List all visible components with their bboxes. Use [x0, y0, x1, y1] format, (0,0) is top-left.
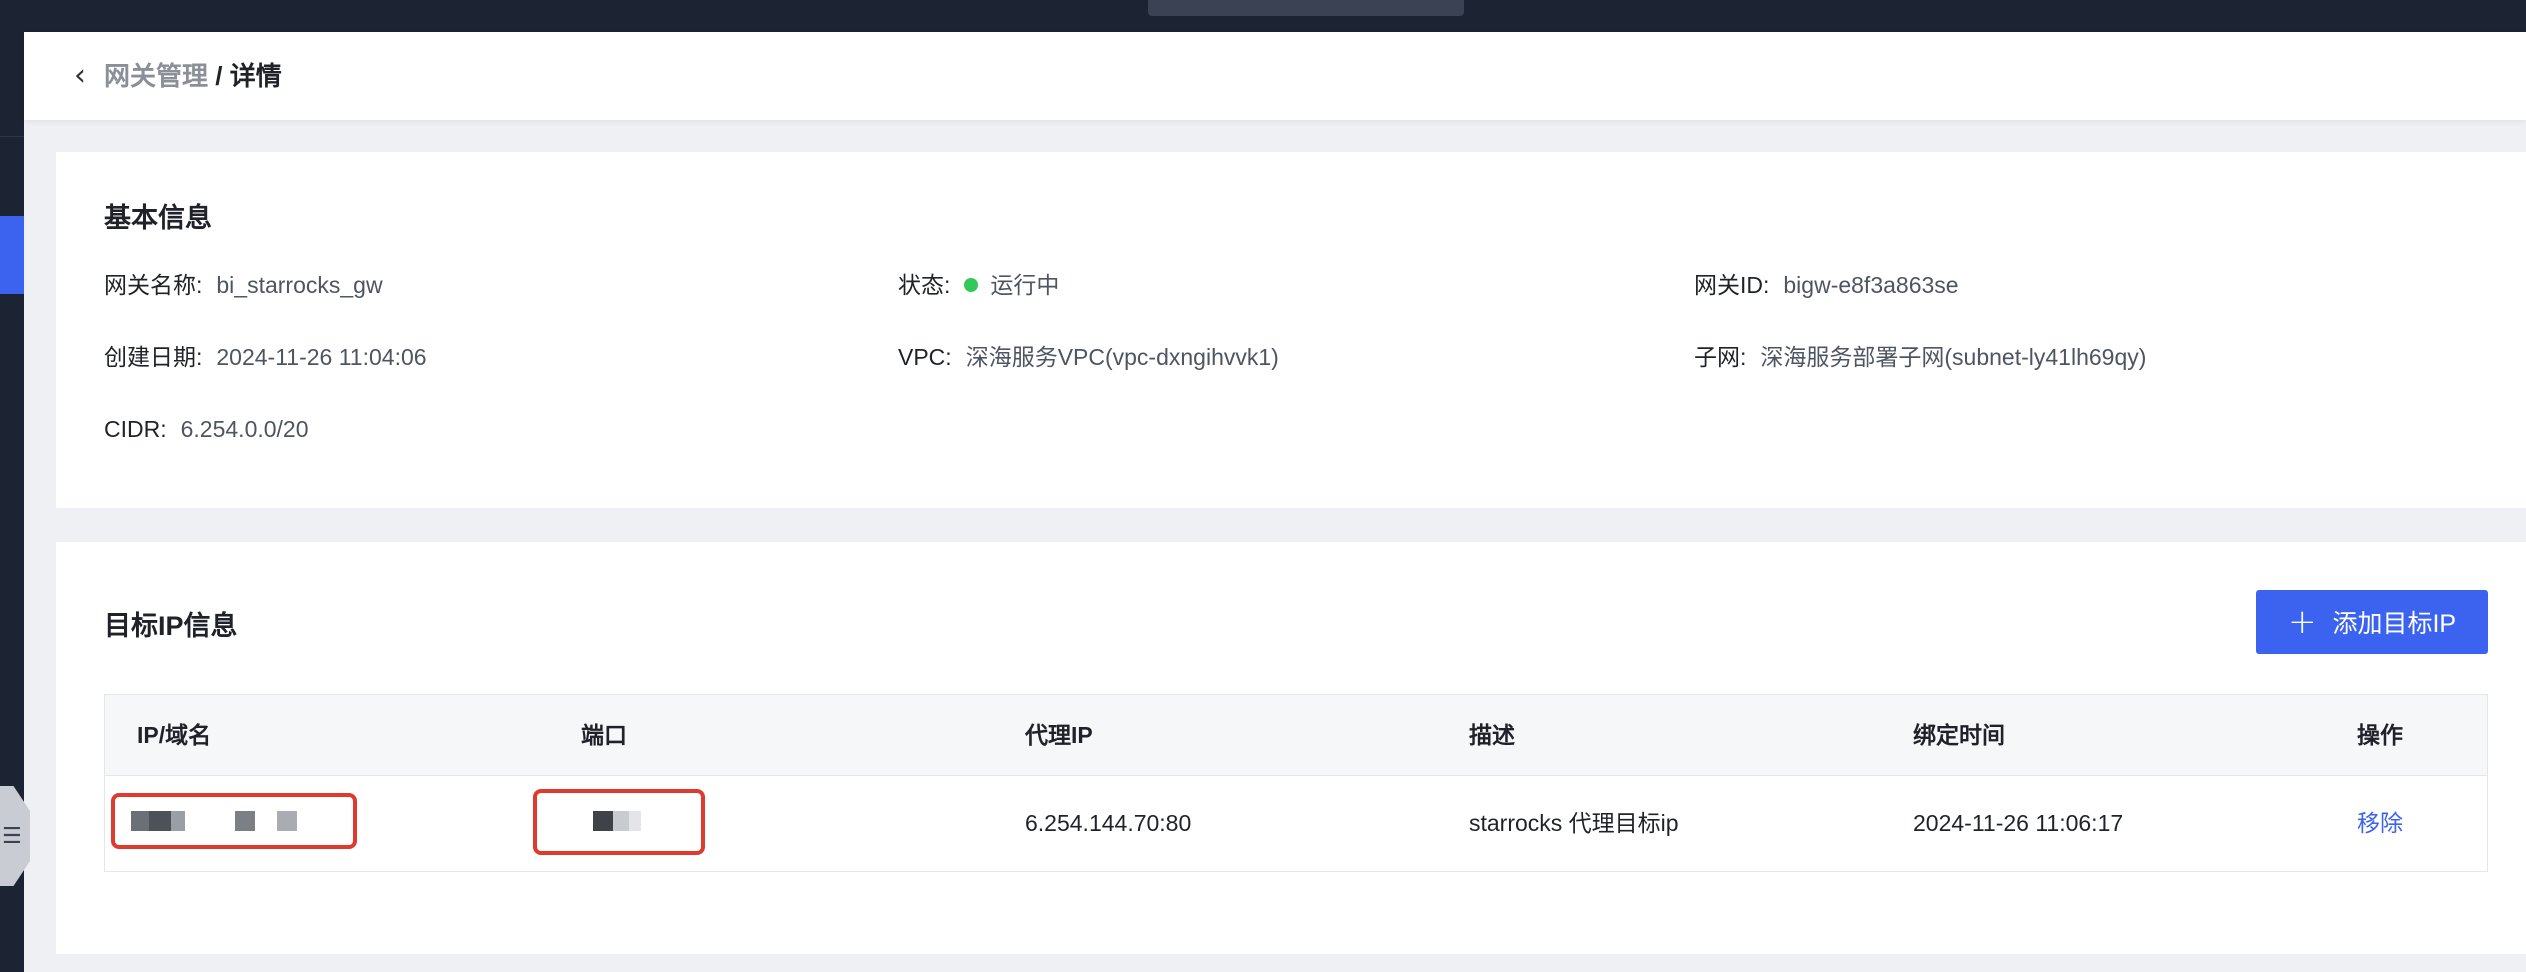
field-label: 创建日期:	[104, 344, 203, 370]
field-value: 深海服务部署子网(subnet-ly41lh69qy)	[1760, 344, 2147, 370]
top-bar-tab[interactable]	[1148, 0, 1464, 16]
breadcrumb-separator: /	[208, 61, 230, 91]
field-label: VPC:	[898, 344, 952, 370]
field-value: bigw-e8f3a863se	[1783, 272, 1959, 298]
basic-info-card: 基本信息 网关名称: bi_starrocks_gw 状态: 运行中 网关ID: bi…	[56, 152, 2526, 508]
column-header-actions: 操作	[2357, 722, 2403, 748]
column-header-bind-time: 绑定时间	[1913, 722, 2005, 748]
field-label: 网关ID:	[1694, 272, 1770, 298]
field-value: 深海服务VPC(vpc-dxngihvvk1)	[965, 344, 1279, 370]
bind-time-cell: 2024-11-26 11:06:17	[1913, 810, 2124, 836]
highlight-box-port	[533, 789, 705, 855]
breadcrumb-current: 详情	[229, 61, 282, 91]
plus-icon: +	[2287, 602, 2317, 642]
page-header: ‹ 网关管理 / 详情	[24, 32, 2526, 120]
cidr-field: CIDR: 6.254.0.0/20	[104, 412, 309, 446]
column-header-proxy-ip: 代理IP	[1025, 722, 1093, 748]
field-label: 子网:	[1694, 344, 1747, 370]
menu-collapse-icon: ☰	[2, 824, 22, 849]
chevron-left-icon[interactable]: ‹	[64, 56, 96, 96]
field-value: 2024-11-26 11:04:06	[216, 344, 427, 370]
breadcrumb-parent[interactable]: 网关管理	[104, 61, 208, 91]
field-label: 状态:	[898, 272, 951, 298]
subnet-field: 子网: 深海服务部署子网(subnet-ly41lh69qy)	[1694, 340, 2146, 374]
add-target-ip-label: 添加目标IP	[2332, 610, 2457, 638]
target-ip-card: 目标IP信息 + 添加目标IP IP/域名 端口 代理IP 描述 绑定时间 操作	[56, 542, 2526, 954]
proxy-ip-cell: 6.254.144.70:80	[1025, 810, 1192, 836]
field-value: 6.254.0.0/20	[180, 416, 309, 442]
description-cell: starrocks 代理目标ip	[1469, 810, 1679, 836]
status-dot-icon	[964, 278, 979, 292]
target-ip-table: IP/域名 端口 代理IP 描述 绑定时间 操作 6.254.144.70:80…	[104, 694, 2488, 872]
highlight-box-ip	[111, 793, 357, 849]
top-bar	[0, 0, 2526, 32]
column-header-description: 描述	[1469, 722, 1515, 748]
field-label: CIDR:	[104, 416, 167, 442]
sidebar-collapse-handle[interactable]: ☰	[0, 786, 30, 886]
add-target-ip-button[interactable]: + 添加目标IP	[2256, 590, 2488, 654]
remove-link[interactable]: 移除	[2357, 805, 2403, 841]
section-title: 目标IP信息	[104, 611, 238, 641]
section-title: 基本信息	[104, 203, 212, 233]
table-header: IP/域名 端口 代理IP 描述 绑定时间 操作	[105, 695, 2487, 776]
breadcrumb: 网关管理 / 详情	[104, 58, 282, 94]
sidebar-divider	[0, 136, 24, 137]
created-date-field: 创建日期: 2024-11-26 11:04:06	[104, 340, 427, 374]
field-value: bi_starrocks_gw	[216, 272, 383, 298]
status-badge: 运行中	[990, 272, 1060, 298]
table-row: 6.254.144.70:80 starrocks 代理目标ip 2024-11…	[105, 775, 2487, 871]
column-header-port: 端口	[581, 722, 627, 748]
gateway-name-field: 网关名称: bi_starrocks_gw	[104, 268, 383, 302]
vpc-field: VPC: 深海服务VPC(vpc-dxngihvvk1)	[898, 340, 1279, 374]
status-field: 状态: 运行中	[898, 268, 1059, 302]
column-header-ip: IP/域名	[137, 722, 212, 748]
field-label: 网关名称:	[104, 272, 203, 298]
gateway-id-field: 网关ID: bigw-e8f3a863se	[1694, 268, 1959, 302]
sidebar-item-active[interactable]	[0, 216, 24, 294]
